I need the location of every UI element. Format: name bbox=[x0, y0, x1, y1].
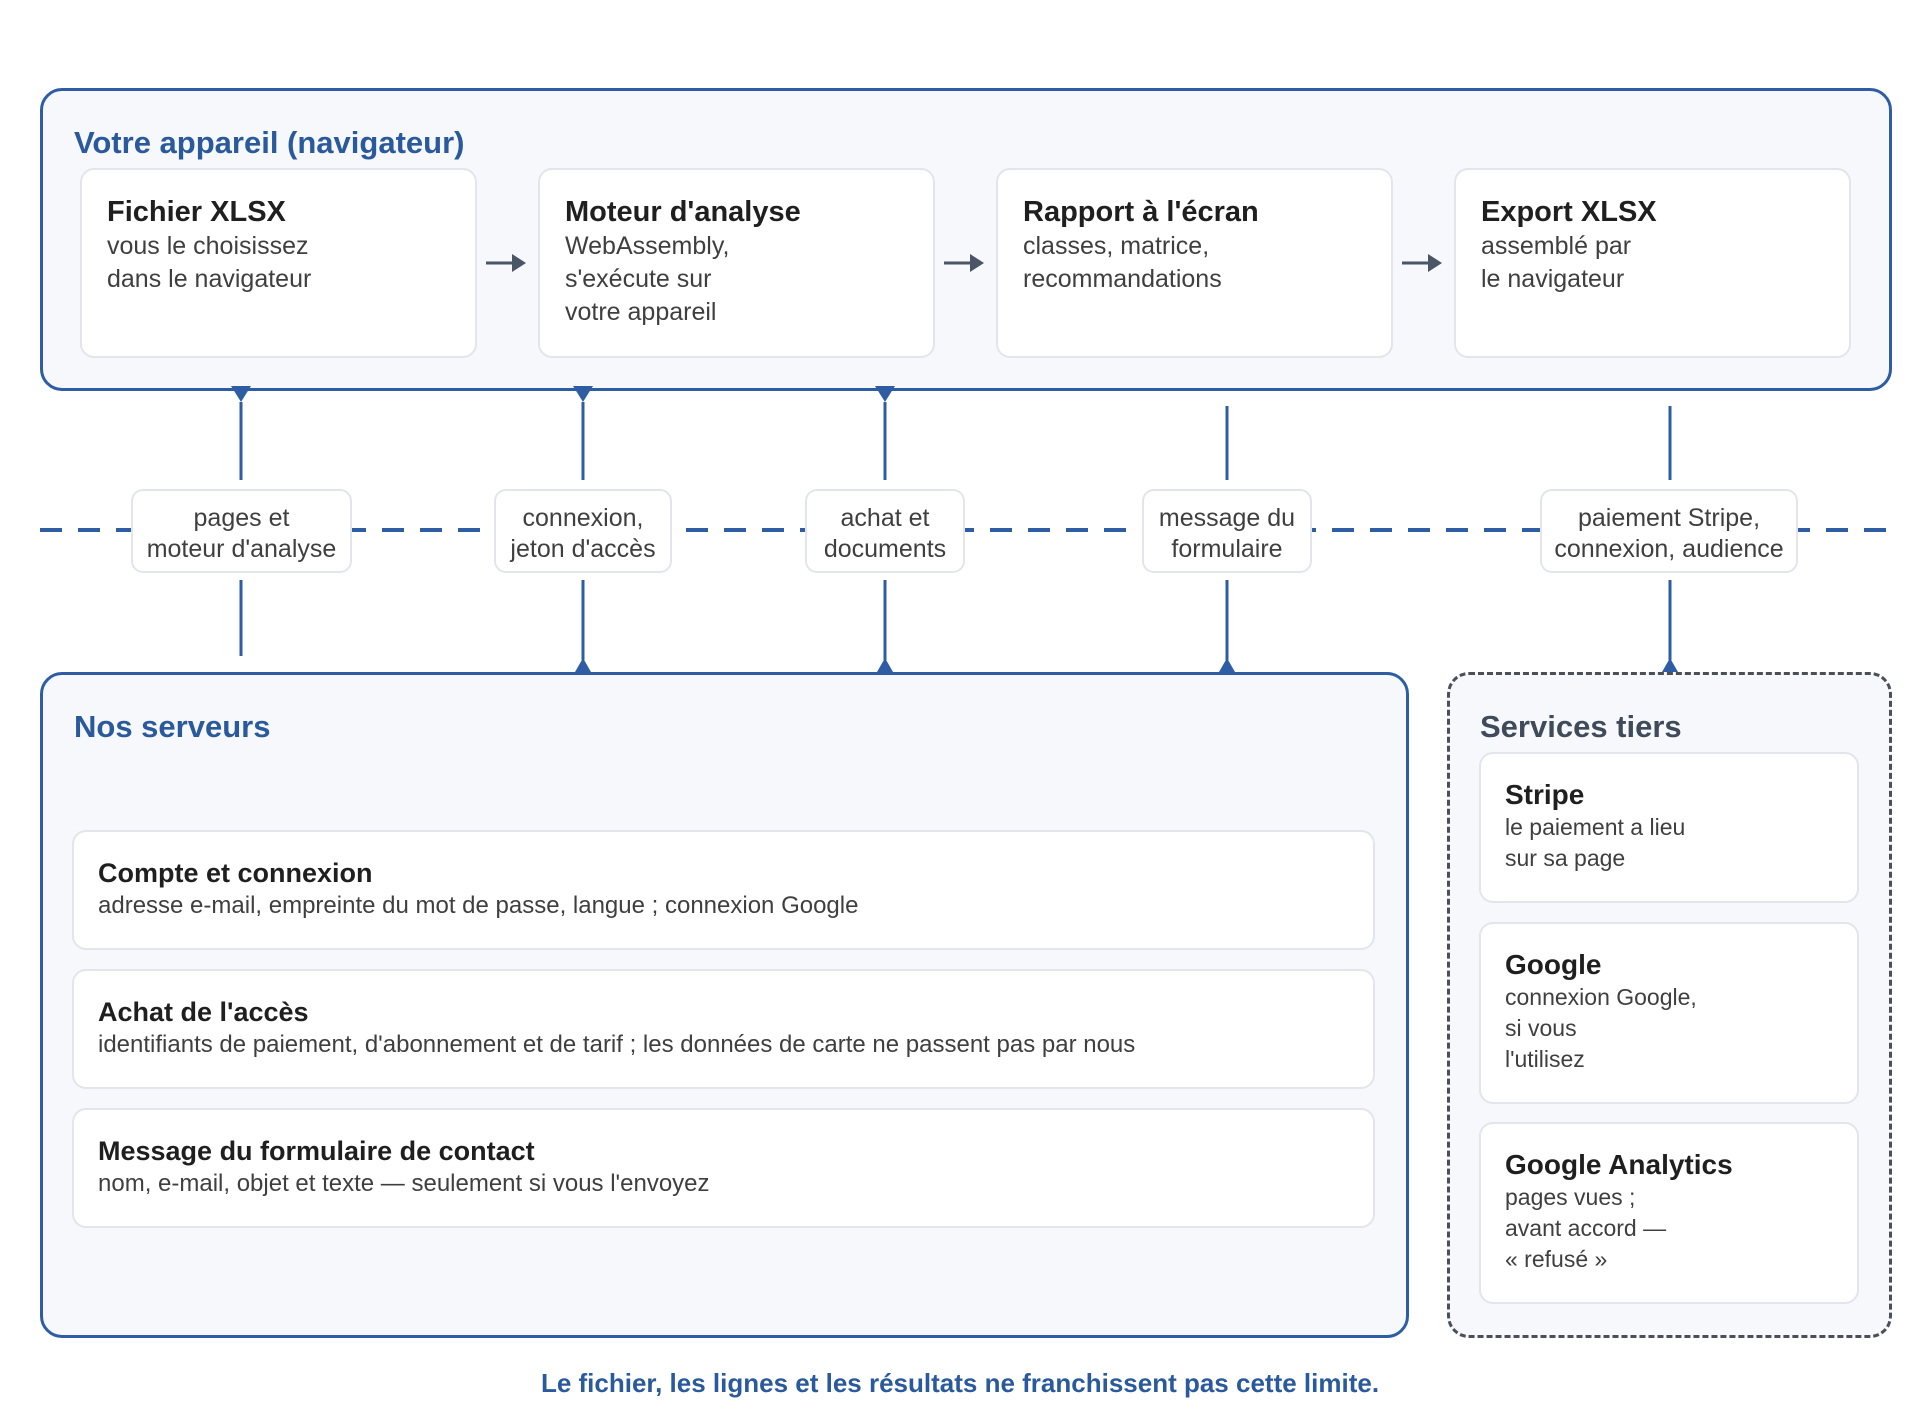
label-line: achat et bbox=[840, 504, 930, 532]
label-line: moteur d'analyse bbox=[146, 535, 337, 563]
flow-arrow bbox=[486, 254, 526, 272]
boundary-label-form-message: message du formulaire bbox=[1142, 489, 1312, 573]
boundary-label-purchase-docs: achat et documents bbox=[805, 489, 965, 573]
boundary-footer-note: Le fichier, les lignes et les résultats … bbox=[540, 1368, 1380, 1398]
label-line: pages et bbox=[193, 504, 290, 532]
boundary-label-stripe-login-audience: paiement Stripe, connexion, audience bbox=[1540, 489, 1798, 573]
label-line: jeton d'accès bbox=[510, 535, 656, 563]
label-line: formulaire bbox=[1171, 535, 1283, 563]
boundary-label-pages-engine: pages et moteur d'analyse bbox=[131, 489, 352, 573]
label-line: message du bbox=[1158, 504, 1296, 532]
connector-layer bbox=[40, 254, 1892, 672]
label-line: connexion, audience bbox=[1554, 535, 1784, 563]
flow-arrow bbox=[1402, 254, 1442, 272]
flow-arrow bbox=[944, 254, 984, 272]
label-line: connexion, bbox=[522, 504, 644, 532]
boundary-label-login-token: connexion, jeton d'accès bbox=[494, 489, 672, 573]
label-line: documents bbox=[823, 535, 947, 563]
label-line: paiement Stripe, bbox=[1577, 504, 1761, 532]
